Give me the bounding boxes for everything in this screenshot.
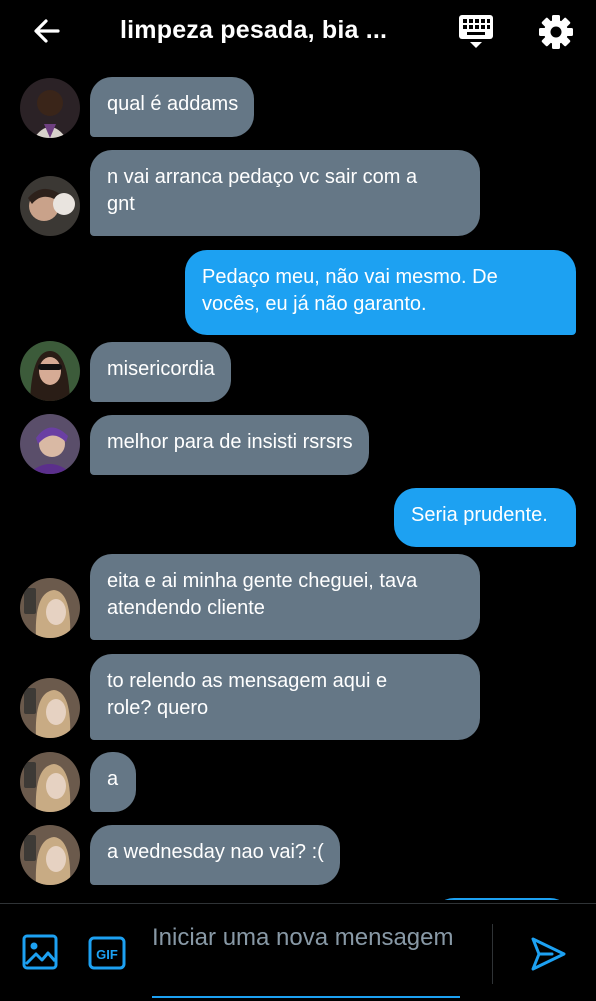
- avatar-photo: [20, 176, 80, 236]
- avatar-photo: [20, 78, 80, 138]
- avatar-photo: [20, 341, 80, 401]
- image-icon: [22, 934, 58, 970]
- compose-divider: [492, 924, 493, 984]
- add-gif-button[interactable]: GIF: [88, 936, 126, 970]
- arrow-left-icon: [34, 19, 60, 43]
- message-bubble-outgoing-partial[interactable]: [432, 898, 572, 900]
- avatar[interactable]: [20, 341, 80, 401]
- message-bubble-incoming[interactable]: a: [90, 752, 136, 812]
- message-bubble-incoming[interactable]: to relendo as mensagem aqui e role? quer…: [90, 654, 480, 740]
- avatar-photo: [20, 414, 80, 474]
- avatar[interactable]: [20, 578, 80, 638]
- message-bubble-incoming[interactable]: melhor para de insisti rsrsrs: [90, 415, 369, 475]
- avatar-photo: [20, 678, 80, 738]
- message-bubble-incoming[interactable]: misericordia: [90, 342, 231, 402]
- keyboard-button[interactable]: [456, 14, 496, 50]
- avatar[interactable]: [20, 414, 80, 474]
- conversation-title: limpeza pesada, bia ...: [120, 16, 388, 44]
- compose-bar: GIF Iniciar uma nova mensagem: [0, 903, 596, 1001]
- top-app-bar: limpeza pesada, bia ...: [0, 0, 596, 64]
- avatar-photo: [20, 825, 80, 885]
- avatar-photo: [20, 578, 80, 638]
- gif-icon: GIF: [88, 936, 126, 970]
- message-input[interactable]: Iniciar uma nova mensagem: [152, 922, 460, 998]
- send-icon: [531, 937, 566, 971]
- send-button[interactable]: [528, 934, 568, 974]
- settings-button[interactable]: [536, 12, 576, 52]
- gear-icon: [539, 15, 573, 49]
- message-bubble-incoming[interactable]: qual é addams: [90, 77, 255, 137]
- message-thread[interactable]: qual é addams n vai arranca pedaço vc sa…: [0, 64, 596, 900]
- message-bubble-outgoing[interactable]: Seria prudente.: [394, 488, 576, 547]
- avatar-photo: [20, 752, 80, 812]
- avatar[interactable]: [20, 176, 80, 236]
- message-bubble-incoming[interactable]: a wednesday nao vai? :(: [90, 825, 340, 885]
- keyboard-icon: [459, 15, 493, 48]
- message-bubble-incoming[interactable]: eita e ai minha gente cheguei, tava aten…: [90, 554, 480, 640]
- avatar[interactable]: [20, 78, 80, 138]
- gif-label: GIF: [96, 947, 118, 962]
- avatar[interactable]: [20, 752, 80, 812]
- message-bubble-incoming[interactable]: n vai arranca pedaço vc sair com a gnt: [90, 150, 480, 236]
- avatar[interactable]: [20, 825, 80, 885]
- add-image-button[interactable]: [22, 934, 58, 970]
- message-bubble-outgoing[interactable]: Pedaço meu, não vai mesmo. De vocês, eu …: [185, 250, 576, 335]
- message-input-placeholder: Iniciar uma nova mensagem: [152, 924, 454, 951]
- avatar[interactable]: [20, 678, 80, 738]
- back-button[interactable]: [28, 12, 66, 50]
